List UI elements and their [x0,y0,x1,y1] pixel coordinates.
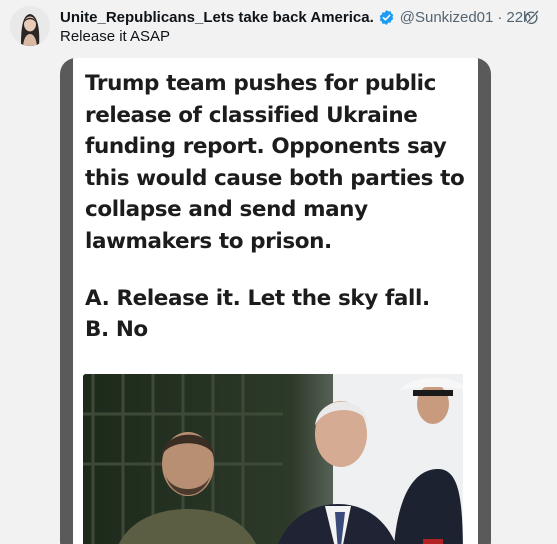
photo-illustration [83,374,463,544]
media-option-a: A. Release it. Let the sky fall. [85,286,430,311]
tweet-text: Release it ASAP [60,28,171,45]
handle[interactable]: @Sunkized01 [400,9,494,26]
media-headline: Trump team pushes for public release of … [85,71,465,254]
separator-dot: · [497,8,503,26]
tweet-header: Unite_Republicans_Lets take back America… [60,6,531,28]
media-option-b: B. No [85,317,148,342]
media-photo [83,374,463,544]
media-card: Trump team pushes for public release of … [73,58,478,544]
grok-icon[interactable] [523,8,541,26]
tweet-media[interactable]: Trump team pushes for public release of … [60,58,491,544]
display-name[interactable]: Unite_Republicans_Lets take back America… [60,9,374,26]
tweet: Unite_Republicans_Lets take back America… [0,0,557,544]
avatar-image [10,6,50,46]
verified-badge-icon [379,9,393,25]
avatar[interactable] [10,6,50,46]
